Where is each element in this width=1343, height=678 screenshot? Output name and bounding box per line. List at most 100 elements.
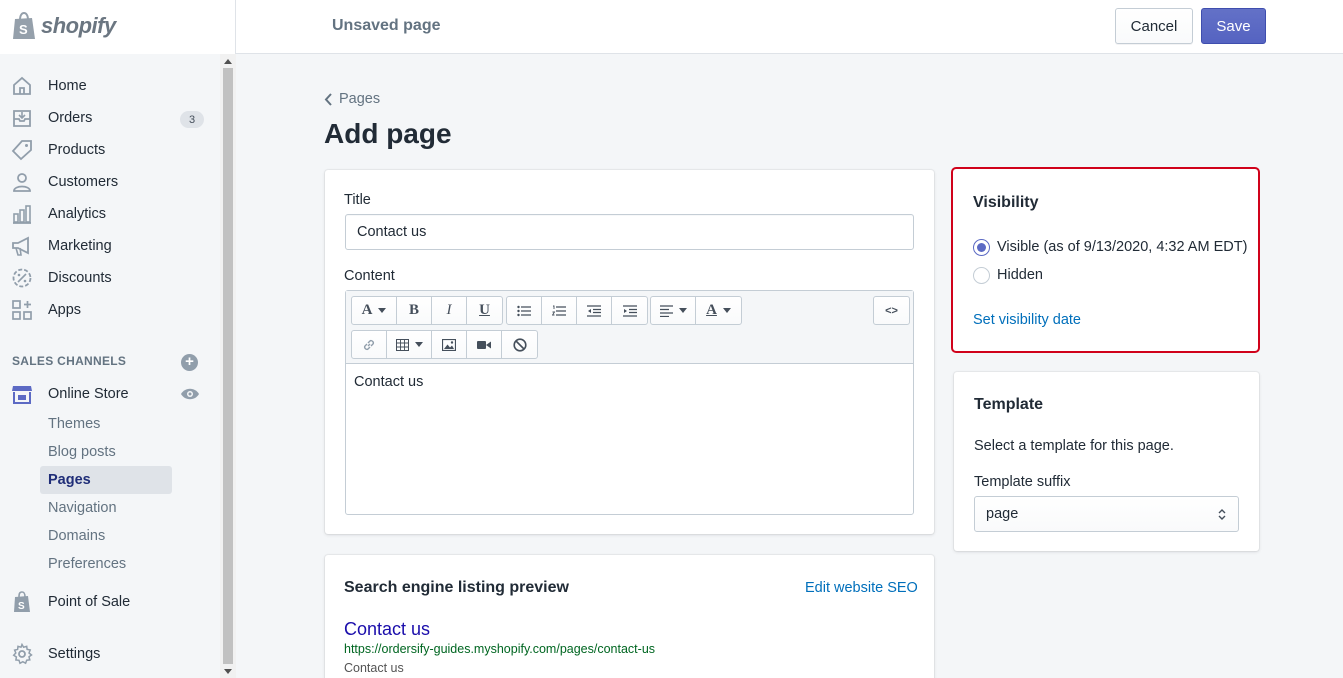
sidebar-item-point-of-sale[interactable]: S Point of Sale xyxy=(0,587,220,617)
title-input[interactable]: Contact us xyxy=(345,214,914,250)
svg-text:S: S xyxy=(19,22,28,37)
save-button[interactable]: Save xyxy=(1201,8,1266,44)
numbered-list-button[interactable] xyxy=(542,297,577,324)
bar-chart-icon xyxy=(13,205,31,224)
insert-image-button[interactable] xyxy=(432,331,467,358)
text-color-icon: A xyxy=(706,302,717,318)
eye-icon[interactable] xyxy=(180,387,200,401)
chevron-down-icon xyxy=(678,308,687,313)
template-description: Select a template for this page. xyxy=(974,438,1174,454)
sidebar-subitem-domains[interactable]: Domains xyxy=(40,522,172,550)
sidebar-item-label: Point of Sale xyxy=(48,594,131,610)
shopify-bag-icon: S xyxy=(13,12,35,39)
store-icon xyxy=(12,386,32,404)
sidebar-item-settings[interactable]: Settings xyxy=(0,639,220,669)
hidden-radio[interactable] xyxy=(973,267,990,284)
page-content-card: Title Contact us Content A B I U A <> Co… xyxy=(325,170,934,534)
sidebar-subitem-themes[interactable]: Themes xyxy=(40,410,172,438)
sidebar-subitem-pages[interactable]: Pages xyxy=(40,466,172,494)
sidebar-item-label: Marketing xyxy=(48,238,112,254)
sidebar-subitem-preferences[interactable]: Preferences xyxy=(40,550,172,578)
sidebar: Home Orders 3 Products Customers Analyti… xyxy=(0,54,236,678)
sidebar-item-home[interactable]: Home xyxy=(0,71,220,101)
text-color-dropdown[interactable]: A xyxy=(696,297,741,324)
indent-icon xyxy=(622,304,637,317)
hidden-radio-label[interactable]: Hidden xyxy=(997,267,1043,283)
bullet-list-icon xyxy=(517,305,531,316)
sidebar-item-label: Products xyxy=(48,142,106,158)
table-icon xyxy=(395,338,409,351)
edit-seo-link[interactable]: Edit website SEO xyxy=(805,580,918,596)
sidebar-scrollbar[interactable] xyxy=(220,54,236,678)
link-icon xyxy=(363,339,375,350)
image-icon xyxy=(442,338,456,351)
select-arrows-icon xyxy=(1218,509,1226,520)
template-heading: Template xyxy=(974,396,1044,413)
sidebar-subitem-navigation[interactable]: Navigation xyxy=(40,494,172,522)
insert-group xyxy=(351,330,538,359)
insert-link-button[interactable] xyxy=(352,331,387,358)
chevron-down-icon xyxy=(378,308,387,313)
sidebar-subitem-label: Domains xyxy=(48,528,106,544)
indent-button[interactable] xyxy=(612,297,647,324)
insert-video-button[interactable] xyxy=(467,331,502,358)
tag-icon xyxy=(11,140,32,161)
align-dropdown[interactable] xyxy=(651,297,696,324)
visible-radio[interactable] xyxy=(973,239,990,256)
bullet-list-button[interactable] xyxy=(507,297,542,324)
italic-button[interactable]: I xyxy=(432,297,467,324)
orders-icon xyxy=(13,110,31,127)
sidebar-item-apps[interactable]: Apps xyxy=(0,295,220,325)
italic-icon: I xyxy=(446,302,452,318)
scroll-down-arrow-icon[interactable] xyxy=(224,669,232,674)
html-toggle-button[interactable]: <> xyxy=(874,297,909,324)
seo-heading: Search engine listing preview xyxy=(344,579,569,596)
seo-preview-description: Contact us xyxy=(344,661,404,675)
cancel-button[interactable]: Cancel xyxy=(1115,8,1193,44)
seo-preview-title: Contact us xyxy=(344,619,431,639)
scroll-up-arrow-icon[interactable] xyxy=(224,59,232,64)
breadcrumb[interactable]: Pages xyxy=(324,91,380,107)
template-suffix-label: Template suffix xyxy=(974,474,1071,490)
sidebar-item-analytics[interactable]: Analytics xyxy=(0,199,220,229)
logo-area[interactable]: S shopify xyxy=(0,0,236,54)
outdent-button[interactable] xyxy=(577,297,612,324)
sidebar-subitem-blog-posts[interactable]: Blog posts xyxy=(40,438,172,466)
insert-table-dropdown[interactable] xyxy=(387,331,432,358)
clear-formatting-button[interactable] xyxy=(502,331,537,358)
numbered-list-icon xyxy=(552,305,566,316)
bold-button[interactable]: B xyxy=(397,297,432,324)
editor-toolbar: A B I U A <> xyxy=(346,291,913,364)
apps-icon xyxy=(12,300,32,320)
font-icon: A xyxy=(361,302,373,318)
seo-preview-card: Search engine listing preview Edit websi… xyxy=(325,555,934,678)
breadcrumb-link[interactable]: Pages xyxy=(339,91,380,107)
sidebar-item-products[interactable]: Products xyxy=(0,135,220,165)
content-label: Content xyxy=(344,268,395,284)
clear-format-icon xyxy=(512,337,527,352)
chevron-down-icon xyxy=(722,308,731,313)
sidebar-item-marketing[interactable]: Marketing xyxy=(0,231,220,261)
outdent-icon xyxy=(587,304,601,317)
scrollbar-thumb[interactable] xyxy=(223,68,233,664)
shopify-bag-icon: S xyxy=(14,591,30,612)
list-format-group xyxy=(506,296,648,325)
shopify-logo-text: shopify xyxy=(41,13,116,38)
visible-radio-label[interactable]: Visible (as of 9/13/2020, 4:32 AM EDT) xyxy=(997,239,1247,255)
page-status: Unsaved page xyxy=(332,17,441,34)
add-sales-channel-icon[interactable]: + xyxy=(181,354,198,371)
align-left-icon xyxy=(659,304,673,317)
sidebar-item-label: Orders xyxy=(48,110,93,126)
page-title: Add page xyxy=(324,118,452,149)
top-bar: S shopify Unsaved page Cancel Save xyxy=(0,0,1343,54)
content-text-area[interactable]: Contact us xyxy=(354,374,423,390)
template-suffix-select[interactable]: page xyxy=(974,496,1239,532)
font-style-dropdown[interactable]: A xyxy=(352,297,397,324)
sidebar-item-orders[interactable]: Orders 3 xyxy=(0,103,220,133)
set-visibility-date-link[interactable]: Set visibility date xyxy=(973,312,1081,328)
sidebar-item-discounts[interactable]: Discounts xyxy=(0,263,220,293)
discount-icon xyxy=(12,268,32,288)
underline-button[interactable]: U xyxy=(467,297,502,324)
sidebar-item-customers[interactable]: Customers xyxy=(0,167,220,197)
svg-text:S: S xyxy=(18,601,25,612)
